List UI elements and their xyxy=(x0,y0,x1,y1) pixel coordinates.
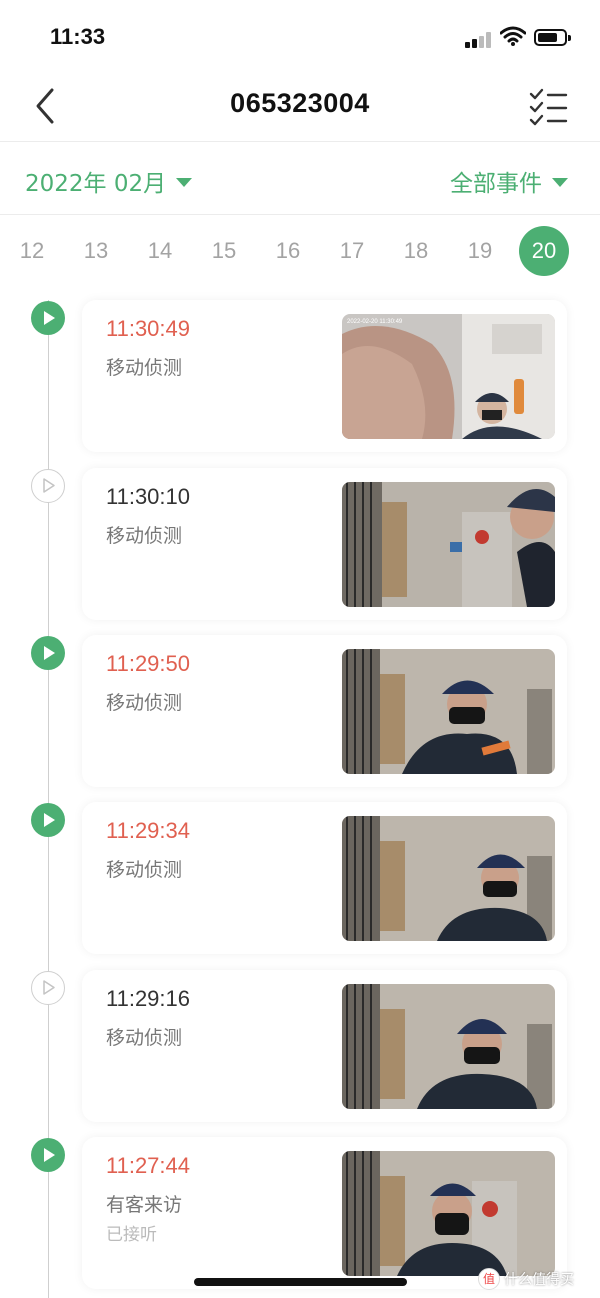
event-time: 11:27:44 xyxy=(106,1153,191,1178)
caret-down-icon xyxy=(176,177,193,187)
event-type: 移动侦测 xyxy=(106,525,183,547)
filter-row: 2022年 02月 全部事件 xyxy=(0,142,600,215)
watermark-text: 什么值得买 xyxy=(504,1272,574,1288)
month-picker[interactable]: 2022年 02月 xyxy=(25,164,193,198)
event-card[interactable]: 11:29:34 移动侦测 xyxy=(82,802,567,954)
battery-icon xyxy=(534,29,571,46)
day-item[interactable]: 19 xyxy=(455,226,505,276)
status-time: 11:33 xyxy=(50,24,106,49)
wifi-icon xyxy=(500,26,526,46)
play-icon xyxy=(44,646,55,660)
play-button[interactable] xyxy=(31,803,65,837)
day-item[interactable]: 18 xyxy=(391,226,441,276)
event-time: 11:29:50 xyxy=(106,651,191,676)
event-card[interactable]: 11:27:44 有客来访 已接听 xyxy=(82,1137,567,1289)
thumbnail-timestamp: 2022-02-20 11:30:49 xyxy=(347,319,403,325)
checklist-icon xyxy=(529,88,568,126)
event-card[interactable]: 11:30:10 移动侦测 xyxy=(82,468,567,620)
caret-down-icon xyxy=(552,177,568,187)
play-icon xyxy=(44,1148,55,1162)
watermark-logo-icon: 值 xyxy=(478,1268,500,1290)
status-bar: 11:33 xyxy=(0,0,600,70)
page-title: 065323004 xyxy=(230,88,370,118)
event-type: 有客来访 xyxy=(106,1194,183,1216)
play-button[interactable] xyxy=(31,1138,65,1172)
event-card[interactable]: 11:30:49 移动侦测 2022-02-20 11:30:49 xyxy=(82,300,567,452)
watermark: 值 什么值得买 xyxy=(478,1268,574,1290)
day-strip: 12 13 14 15 16 17 18 19 20 xyxy=(0,215,600,290)
cellular-signal-icon xyxy=(465,30,493,48)
event-type: 移动侦测 xyxy=(106,692,183,714)
event-card[interactable]: 11:29:16 移动侦测 xyxy=(82,970,567,1122)
event-thumbnail[interactable] xyxy=(342,816,555,941)
play-button[interactable] xyxy=(31,301,65,335)
event-time: 11:30:10 xyxy=(106,484,191,509)
event-type: 移动侦测 xyxy=(106,1027,183,1049)
day-item[interactable]: 17 xyxy=(327,226,377,276)
event-type-label: 全部事件 xyxy=(450,171,542,197)
event-thumbnail[interactable] xyxy=(342,649,555,774)
play-icon xyxy=(43,980,55,995)
event-time: 11:30:49 xyxy=(106,316,191,341)
play-icon xyxy=(44,813,55,827)
day-item-selected[interactable]: 20 xyxy=(519,226,569,276)
play-button[interactable] xyxy=(31,971,65,1005)
day-item[interactable]: 12 xyxy=(7,226,57,276)
month-picker-label: 2022年 02月 xyxy=(25,171,167,197)
day-item[interactable]: 14 xyxy=(135,226,185,276)
event-card[interactable]: 11:29:50 移动侦测 xyxy=(82,635,567,787)
event-thumbnail[interactable] xyxy=(342,984,555,1109)
event-thumbnail[interactable] xyxy=(342,482,555,607)
play-button[interactable] xyxy=(31,636,65,670)
day-item[interactable]: 15 xyxy=(199,226,249,276)
nav-bar: 065323004 xyxy=(0,70,600,142)
batch-select-button[interactable] xyxy=(527,86,569,128)
event-status: 已接听 xyxy=(106,1225,157,1245)
event-type-picker[interactable]: 全部事件 xyxy=(450,164,568,198)
event-time: 11:29:34 xyxy=(106,818,191,843)
play-button[interactable] xyxy=(31,469,65,503)
event-thumbnail[interactable] xyxy=(342,1151,555,1276)
day-item[interactable]: 13 xyxy=(71,226,121,276)
play-icon xyxy=(43,478,55,493)
play-icon xyxy=(44,311,55,325)
home-indicator xyxy=(194,1278,407,1286)
day-item[interactable]: 16 xyxy=(263,226,313,276)
event-time: 11:29:16 xyxy=(106,986,191,1011)
event-type: 移动侦测 xyxy=(106,357,183,379)
event-thumbnail[interactable]: 2022-02-20 11:30:49 xyxy=(342,314,555,439)
event-type: 移动侦测 xyxy=(106,859,183,881)
